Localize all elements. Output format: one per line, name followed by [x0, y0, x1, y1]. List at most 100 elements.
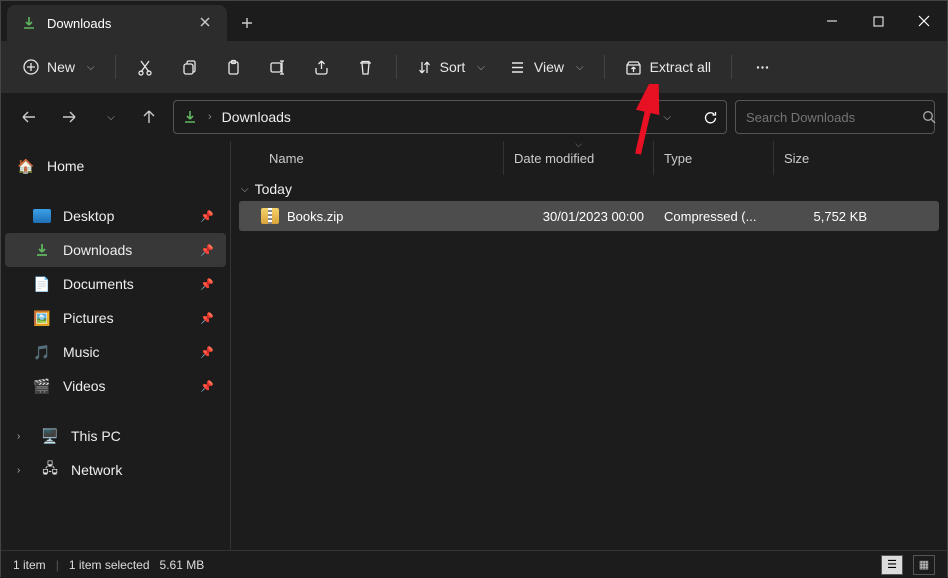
sidebar-item-label: Documents: [63, 276, 134, 292]
maximize-button[interactable]: [855, 1, 901, 41]
pin-icon: 📌: [200, 346, 214, 359]
content-area: Name ⌵Date modified Type Size ⌵ Today Bo…: [231, 141, 947, 550]
sidebar-item-documents[interactable]: 📄 Documents 📌: [5, 267, 226, 301]
view-button[interactable]: View ⌵: [499, 49, 594, 85]
sort-label: Sort: [440, 59, 466, 75]
desktop-icon: [33, 209, 51, 223]
sort-indicator-icon: ⌵: [575, 139, 582, 150]
status-bar: 1 item | 1 item selected 5.61 MB ☰ ▦: [1, 550, 947, 578]
new-button[interactable]: New ⌵: [13, 49, 105, 85]
up-button[interactable]: [133, 101, 165, 133]
new-label: New: [47, 59, 75, 75]
sidebar-item-downloads[interactable]: Downloads 📌: [5, 233, 226, 267]
minimize-button[interactable]: [809, 1, 855, 41]
column-headers: Name ⌵Date modified Type Size: [231, 141, 947, 175]
details-view-toggle[interactable]: ☰: [881, 555, 903, 575]
search-input[interactable]: [746, 110, 922, 125]
search-box[interactable]: [735, 100, 935, 134]
chevron-down-icon: ⌵: [477, 62, 485, 73]
sidebar-item-label: Home: [47, 158, 84, 174]
thumbnails-view-toggle[interactable]: ▦: [913, 555, 935, 575]
window-controls: [809, 1, 947, 41]
tab-title: Downloads: [47, 16, 189, 31]
toolbar: New ⌵ Sort ⌵ View ⌵ Extract all: [1, 41, 947, 93]
column-header-size[interactable]: Size: [774, 141, 884, 175]
file-name: Books.zip: [287, 209, 343, 224]
new-tab-button[interactable]: [227, 5, 267, 41]
music-icon: 🎵: [33, 343, 51, 361]
file-date: 30/01/2023 00:00: [504, 209, 654, 224]
zip-icon: [261, 208, 279, 224]
share-button[interactable]: [302, 49, 342, 85]
column-header-date[interactable]: ⌵Date modified: [504, 141, 654, 175]
file-type: Compressed (...: [654, 209, 782, 224]
file-size: 5,752 KB: [782, 209, 877, 224]
sidebar-item-desktop[interactable]: Desktop 📌: [5, 199, 226, 233]
breadcrumb-separator: ›: [208, 111, 212, 123]
refresh-button[interactable]: [703, 110, 718, 125]
navigation-row: ⌵ › Downloads ⌵: [1, 93, 947, 141]
pin-icon: 📌: [200, 244, 214, 257]
sidebar: 🏠 Home Desktop 📌 Downloads 📌 📄 Documents…: [1, 141, 231, 550]
sidebar-item-videos[interactable]: 🎬 Videos 📌: [5, 369, 226, 403]
pin-icon: 📌: [200, 278, 214, 291]
column-header-name[interactable]: Name: [259, 141, 504, 175]
chevron-down-icon: ⌵: [241, 184, 249, 195]
pictures-icon: 🖼️: [33, 309, 51, 327]
sidebar-item-pictures[interactable]: 🖼️ Pictures 📌: [5, 301, 226, 335]
close-icon[interactable]: [199, 16, 213, 30]
file-row[interactable]: Books.zip 30/01/2023 00:00 Compressed (.…: [239, 201, 939, 231]
more-button[interactable]: [742, 49, 782, 85]
sidebar-item-label: Desktop: [63, 208, 114, 224]
download-icon: [33, 241, 51, 259]
chevron-down-icon: ⌵: [576, 62, 584, 73]
chevron-down-icon: ⌵: [87, 62, 95, 73]
separator: [115, 55, 116, 79]
titlebar: Downloads: [1, 1, 947, 41]
sidebar-item-label: Downloads: [63, 242, 132, 258]
documents-icon: 📄: [33, 275, 51, 293]
sort-button[interactable]: Sort ⌵: [407, 49, 495, 85]
pin-icon: 📌: [200, 380, 214, 393]
sidebar-item-network[interactable]: › 🖧 Network: [5, 453, 226, 487]
pin-icon: 📌: [200, 312, 214, 325]
sidebar-item-thispc[interactable]: › 🖥️ This PC: [5, 419, 226, 453]
network-icon: 🖧: [41, 461, 59, 479]
close-window-button[interactable]: [901, 1, 947, 41]
sidebar-item-label: Network: [71, 462, 122, 478]
chevron-right-icon[interactable]: ›: [17, 431, 29, 442]
status-selected: 1 item selected: [69, 558, 150, 572]
paste-button[interactable]: [214, 49, 254, 85]
separator: [731, 55, 732, 79]
download-icon: [21, 15, 37, 31]
extract-all-label: Extract all: [650, 59, 711, 75]
back-button[interactable]: [13, 101, 45, 133]
delete-button[interactable]: [346, 49, 386, 85]
pin-icon: 📌: [200, 210, 214, 223]
tab-downloads[interactable]: Downloads: [7, 5, 227, 41]
status-item-count: 1 item: [13, 558, 46, 572]
sidebar-item-music[interactable]: 🎵 Music 📌: [5, 335, 226, 369]
recent-locations-button[interactable]: ⌵: [93, 101, 125, 133]
cut-button[interactable]: [126, 49, 166, 85]
group-label: Today: [255, 181, 292, 197]
column-header-type[interactable]: Type: [654, 141, 774, 175]
extract-all-button[interactable]: Extract all: [615, 49, 721, 85]
separator: [604, 55, 605, 79]
search-icon: [922, 110, 936, 124]
sidebar-item-home[interactable]: 🏠 Home: [5, 149, 226, 183]
group-header-today[interactable]: ⌵ Today: [231, 175, 947, 201]
chevron-down-icon[interactable]: ⌵: [663, 112, 671, 123]
view-label: View: [534, 59, 564, 75]
sidebar-item-label: Pictures: [63, 310, 114, 326]
videos-icon: 🎬: [33, 377, 51, 395]
rename-button[interactable]: [258, 49, 298, 85]
chevron-right-icon[interactable]: ›: [17, 465, 29, 476]
copy-button[interactable]: [170, 49, 210, 85]
pc-icon: 🖥️: [41, 427, 59, 445]
home-icon: 🏠: [17, 157, 35, 175]
breadcrumb[interactable]: Downloads: [222, 109, 291, 125]
address-bar[interactable]: › Downloads ⌵: [173, 100, 727, 134]
sidebar-item-label: This PC: [71, 428, 121, 444]
forward-button[interactable]: [53, 101, 85, 133]
